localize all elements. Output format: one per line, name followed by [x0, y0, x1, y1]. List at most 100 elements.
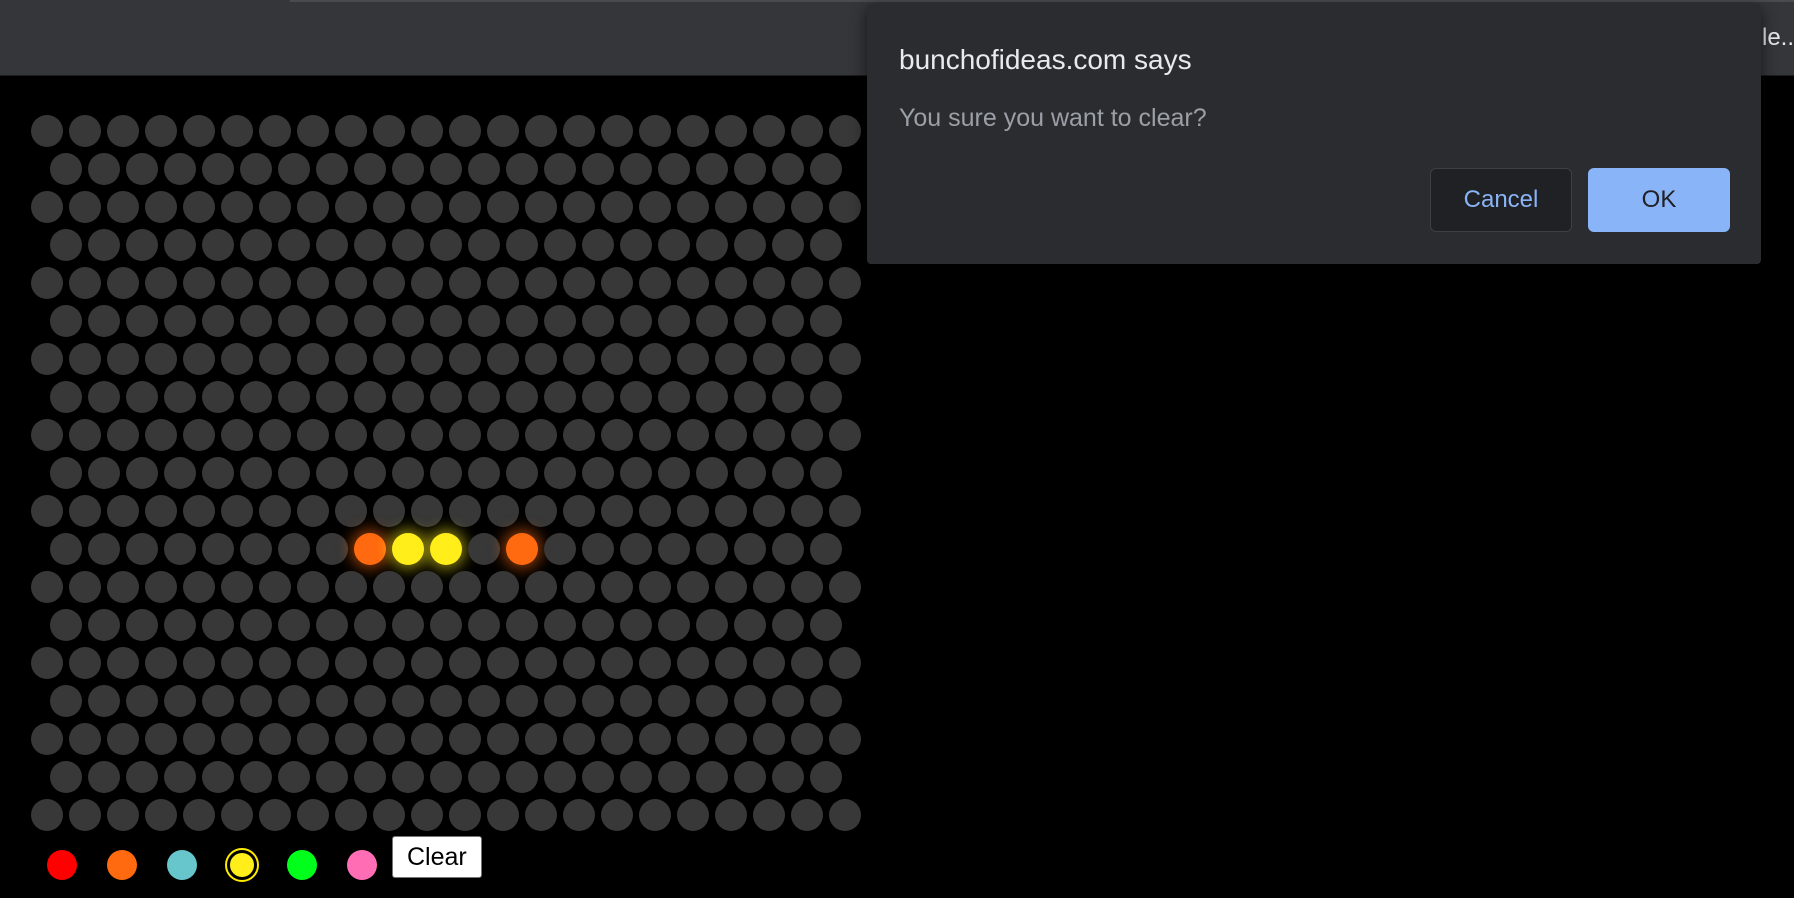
- peg[interactable]: [430, 153, 462, 185]
- peg[interactable]: [506, 761, 538, 793]
- peg[interactable]: [810, 381, 842, 413]
- peg[interactable]: [126, 381, 158, 413]
- peg[interactable]: [449, 191, 481, 223]
- peg[interactable]: [563, 571, 595, 603]
- peg[interactable]: [829, 723, 861, 755]
- peg[interactable]: [31, 267, 63, 299]
- peg[interactable]: [506, 153, 538, 185]
- peg[interactable]: [316, 457, 348, 489]
- peg[interactable]: [696, 685, 728, 717]
- peg[interactable]: [677, 799, 709, 831]
- peg[interactable]: [107, 799, 139, 831]
- peg[interactable]: [639, 799, 671, 831]
- peg[interactable]: [487, 647, 519, 679]
- peg[interactable]: [297, 647, 329, 679]
- peg[interactable]: [639, 723, 671, 755]
- peg[interactable]: [354, 381, 386, 413]
- peg[interactable]: [373, 571, 405, 603]
- peg[interactable]: [31, 647, 63, 679]
- peg[interactable]: [50, 305, 82, 337]
- peg[interactable]: [183, 571, 215, 603]
- peg[interactable]: [392, 533, 424, 565]
- peg[interactable]: [430, 761, 462, 793]
- peg[interactable]: [753, 191, 785, 223]
- peg[interactable]: [88, 685, 120, 717]
- peg[interactable]: [772, 609, 804, 641]
- peg[interactable]: [278, 533, 310, 565]
- peg[interactable]: [69, 647, 101, 679]
- peg[interactable]: [696, 305, 728, 337]
- peg[interactable]: [677, 419, 709, 451]
- color-swatch-yellow[interactable]: [225, 848, 259, 882]
- peg[interactable]: [601, 115, 633, 147]
- peg[interactable]: [126, 761, 158, 793]
- peg[interactable]: [50, 685, 82, 717]
- peg[interactable]: [620, 761, 652, 793]
- peg[interactable]: [202, 609, 234, 641]
- peg[interactable]: [88, 381, 120, 413]
- peg[interactable]: [69, 723, 101, 755]
- peg[interactable]: [411, 267, 443, 299]
- peg[interactable]: [563, 495, 595, 527]
- peg[interactable]: [411, 647, 443, 679]
- peg[interactable]: [107, 191, 139, 223]
- peg[interactable]: [620, 305, 652, 337]
- peg[interactable]: [525, 647, 557, 679]
- peg[interactable]: [297, 115, 329, 147]
- peg[interactable]: [734, 533, 766, 565]
- peg[interactable]: [601, 191, 633, 223]
- peg[interactable]: [525, 267, 557, 299]
- peg[interactable]: [487, 495, 519, 527]
- peg[interactable]: [582, 761, 614, 793]
- peg[interactable]: [696, 229, 728, 261]
- peg[interactable]: [829, 343, 861, 375]
- peg[interactable]: [259, 723, 291, 755]
- color-swatch-pink[interactable]: [347, 850, 377, 880]
- peg[interactable]: [449, 115, 481, 147]
- peg[interactable]: [164, 533, 196, 565]
- peg[interactable]: [563, 343, 595, 375]
- peg[interactable]: [449, 799, 481, 831]
- peg[interactable]: [316, 533, 348, 565]
- peg[interactable]: [126, 533, 158, 565]
- peg[interactable]: [506, 305, 538, 337]
- peg[interactable]: [240, 229, 272, 261]
- peg[interactable]: [753, 495, 785, 527]
- peg[interactable]: [829, 799, 861, 831]
- peg[interactable]: [88, 305, 120, 337]
- peg[interactable]: [506, 381, 538, 413]
- peg[interactable]: [715, 647, 747, 679]
- peg[interactable]: [715, 115, 747, 147]
- peg[interactable]: [810, 533, 842, 565]
- peg[interactable]: [183, 495, 215, 527]
- peg[interactable]: [50, 457, 82, 489]
- peg[interactable]: [31, 115, 63, 147]
- peg[interactable]: [31, 571, 63, 603]
- peg[interactable]: [658, 381, 690, 413]
- peg[interactable]: [183, 267, 215, 299]
- peg[interactable]: [88, 609, 120, 641]
- peg[interactable]: [791, 343, 823, 375]
- peg[interactable]: [696, 153, 728, 185]
- peg[interactable]: [639, 571, 671, 603]
- peg[interactable]: [278, 457, 310, 489]
- peg[interactable]: [373, 115, 405, 147]
- peg[interactable]: [715, 267, 747, 299]
- peg[interactable]: [354, 685, 386, 717]
- peg[interactable]: [164, 381, 196, 413]
- peg[interactable]: [582, 153, 614, 185]
- peg[interactable]: [658, 761, 690, 793]
- peg[interactable]: [715, 723, 747, 755]
- peg[interactable]: [487, 191, 519, 223]
- peg[interactable]: [677, 191, 709, 223]
- peg[interactable]: [316, 685, 348, 717]
- peg[interactable]: [430, 457, 462, 489]
- peg[interactable]: [259, 495, 291, 527]
- peg[interactable]: [145, 267, 177, 299]
- peg[interactable]: [335, 799, 367, 831]
- peg[interactable]: [88, 533, 120, 565]
- peg[interactable]: [221, 267, 253, 299]
- peg[interactable]: [145, 419, 177, 451]
- peg[interactable]: [278, 153, 310, 185]
- color-swatch-green[interactable]: [287, 850, 317, 880]
